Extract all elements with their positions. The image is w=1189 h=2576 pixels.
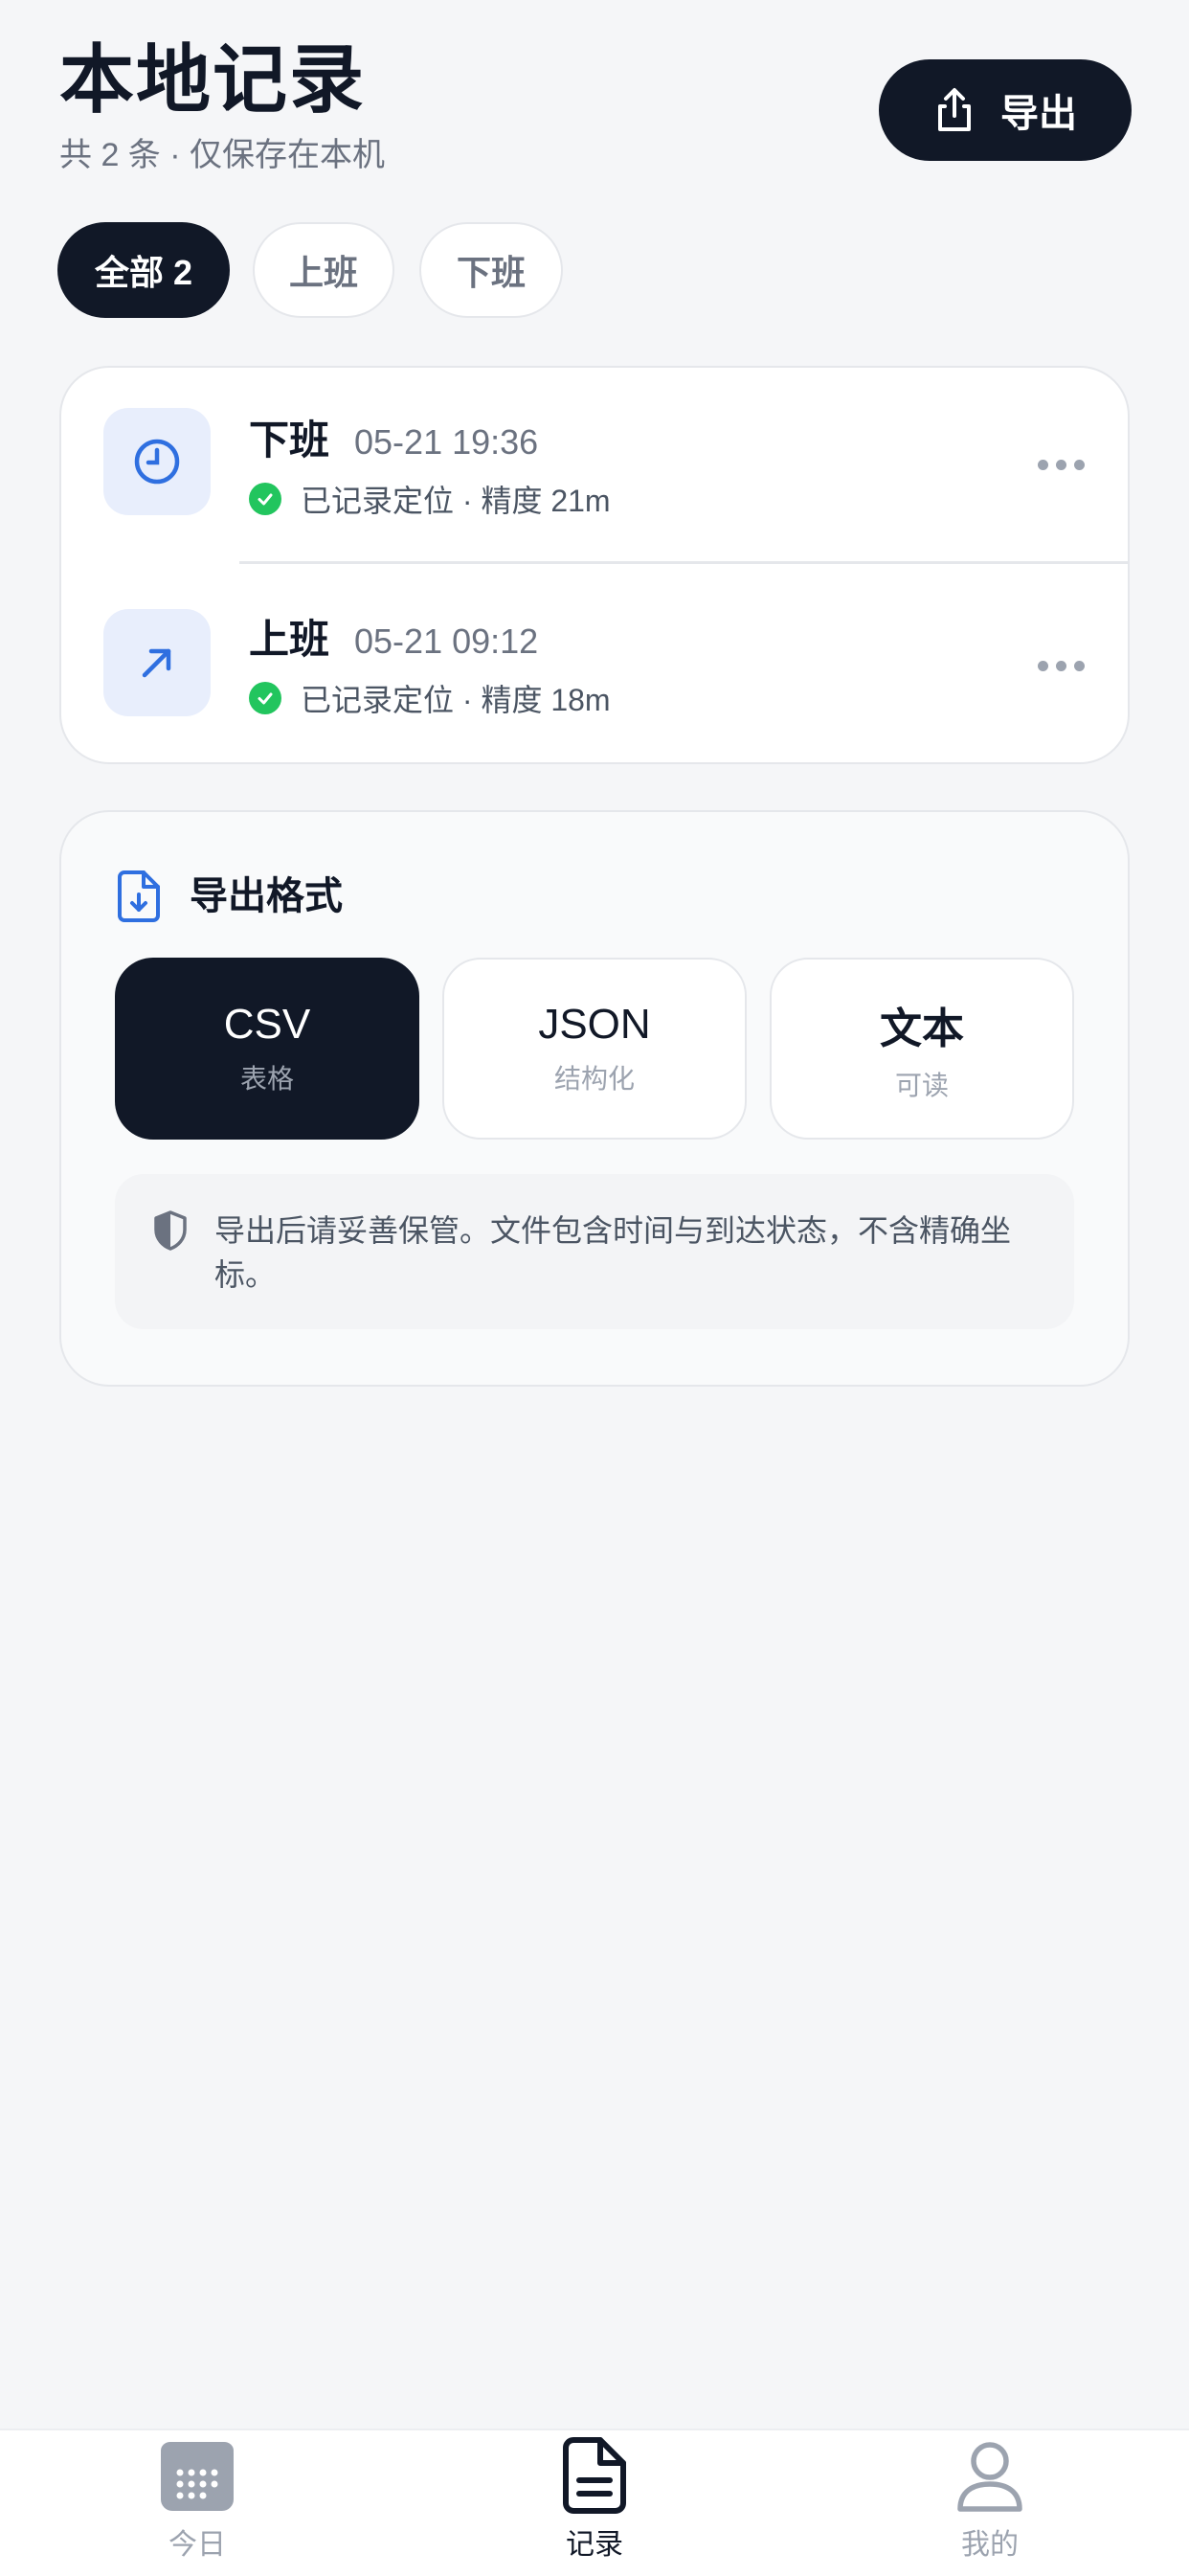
export-format-title: 导出格式 xyxy=(190,875,343,917)
record-icon-box xyxy=(103,408,211,515)
tab-label: 我的 xyxy=(961,2529,1019,2561)
record-icon-box xyxy=(103,609,211,716)
format-option-desc: 可读 xyxy=(894,1071,949,1100)
more-options-icon[interactable] xyxy=(1038,460,1085,470)
format-option-text[interactable]: 文本 可读 xyxy=(770,958,1074,1140)
format-option-name: JSON xyxy=(538,1001,651,1048)
record-row[interactable]: 下班 05-21 19:36 已记录定位 · 精度 21m xyxy=(59,366,1130,563)
check-circle-icon xyxy=(249,682,281,714)
tab-records[interactable]: 记录 xyxy=(499,2436,690,2566)
format-option-name: 文本 xyxy=(880,1006,964,1052)
filter-chip-all[interactable]: 全部 2 xyxy=(57,222,230,318)
shield-icon xyxy=(153,1210,188,1255)
page-subtitle: 共 2 条 · 仅保存在本机 xyxy=(59,137,386,173)
user-icon xyxy=(955,2440,1024,2513)
tab-label: 今日 xyxy=(168,2529,226,2561)
filter-chip-label: 全部 2 xyxy=(94,253,193,292)
format-option-desc: 表格 xyxy=(239,1064,294,1094)
file-download-icon xyxy=(117,870,161,928)
filter-chip-label: 下班 xyxy=(456,253,526,292)
export-button[interactable]: 导出 xyxy=(879,59,1132,161)
record-type: 上班 xyxy=(249,617,330,662)
record-status: 已记录定位 · 精度 18m xyxy=(301,683,611,717)
share-export-icon xyxy=(933,87,976,133)
arrow-up-right-icon xyxy=(136,642,178,684)
filter-chip-onduty[interactable]: 上班 xyxy=(253,222,394,318)
record-type: 下班 xyxy=(249,418,330,463)
format-option-json[interactable]: JSON 结构化 xyxy=(442,958,747,1140)
format-option-csv[interactable]: CSV 表格 xyxy=(115,958,419,1140)
record-time: 05-21 09:12 xyxy=(354,621,539,661)
check-circle-icon xyxy=(249,483,281,515)
more-options-icon[interactable] xyxy=(1038,661,1085,671)
page-title: 本地记录 xyxy=(59,37,367,122)
filter-chip-offduty[interactable]: 下班 xyxy=(419,222,563,318)
tab-today[interactable]: 今日 xyxy=(101,2440,293,2566)
format-option-name: CSV xyxy=(223,1001,311,1048)
record-status: 已记录定位 · 精度 21m xyxy=(301,484,611,518)
export-button-label: 导出 xyxy=(1000,93,1077,135)
format-option-desc: 结构化 xyxy=(553,1064,635,1094)
tab-label: 记录 xyxy=(566,2529,623,2561)
clock-icon xyxy=(132,437,182,486)
filter-chip-label: 上班 xyxy=(288,253,358,292)
record-time: 05-21 19:36 xyxy=(354,422,539,462)
document-icon xyxy=(562,2436,627,2515)
privacy-note-text: 导出后请妥善保管。文件包含时间与到达状态，不含精确坐标。 xyxy=(214,1213,1012,1292)
tab-mine[interactable]: 我的 xyxy=(894,2440,1086,2566)
row-divider xyxy=(239,561,1130,564)
calendar-icon xyxy=(159,2440,236,2513)
record-row[interactable]: 上班 05-21 09:12 已记录定位 · 精度 18m xyxy=(59,565,1130,762)
